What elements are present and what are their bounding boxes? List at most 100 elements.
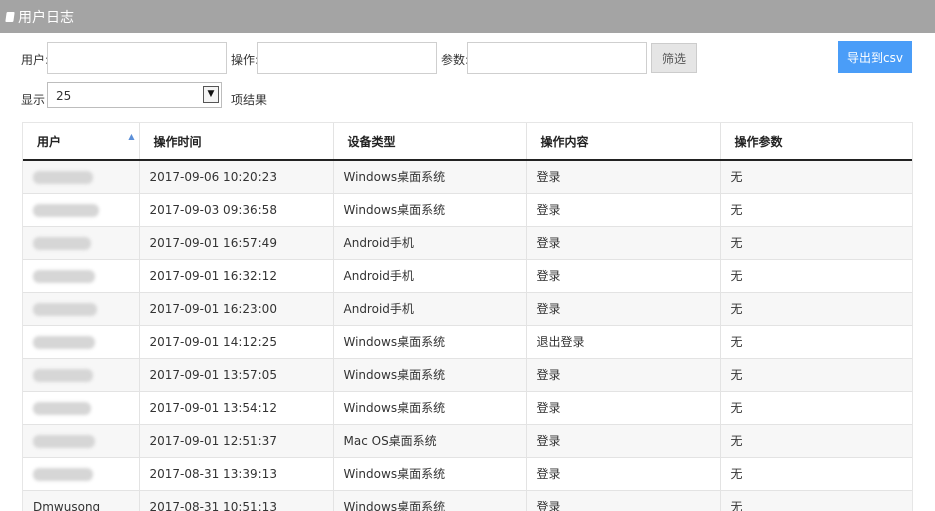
filter-row: 用户: 操作: 参数: 筛选 导出到csv (0, 41, 935, 75)
param-cell: 无 (720, 192, 912, 226)
time-cell: 2017-09-01 16:23:00 (139, 291, 334, 325)
device-cell: Windows桌面系统 (333, 324, 527, 358)
table-row[interactable]: 2017-09-03 09:36:58 Windows桌面系统 登录无 (23, 192, 912, 226)
device-cell: Windows桌面系统 (333, 489, 527, 511)
time-cell: 2017-09-01 12:51:37 (139, 423, 334, 457)
device-cell: Android手机 (333, 291, 527, 325)
column-header-action[interactable]: 操作内容 (526, 123, 721, 161)
user-cell (23, 423, 140, 457)
param-cell: 无 (720, 489, 912, 511)
column-header-user[interactable]: 用户 ▲ (23, 123, 140, 161)
redacted-user-name (33, 302, 97, 316)
user-cell (23, 456, 140, 490)
table-row[interactable]: 2017-09-01 14:12:25 Windows桌面系统 退出登录无 (23, 324, 912, 358)
page-title: 用户日志 (18, 9, 74, 26)
table-row[interactable]: 2017-09-01 16:23:00 Android手机 登录无 (23, 291, 912, 325)
time-cell: 2017-09-06 10:20:23 (139, 159, 334, 193)
param-cell: 无 (720, 291, 912, 325)
params-filter-label: 参数: (441, 53, 470, 67)
param-cell: 无 (720, 357, 912, 391)
column-header-time[interactable]: 操作时间 (139, 123, 334, 161)
page-size-value: 25 (56, 89, 72, 103)
log-table-container: 用户 ▲ 操作时间 设备类型 操作内容 操作参数 2017-09-06 10:2… (22, 122, 913, 511)
table-row[interactable]: Dmwusong 2017-08-31 10:51:13 Windows桌面系统 登录… (23, 489, 912, 511)
export-csv-button[interactable]: 导出到csv (838, 41, 912, 73)
action-cell: 登录 (526, 390, 721, 424)
device-cell: Windows桌面系统 (333, 192, 527, 226)
time-cell: 2017-09-01 16:32:12 (139, 258, 334, 292)
action-cell: 登录 (526, 192, 721, 226)
redacted-user-name (33, 401, 91, 415)
user-cell (23, 324, 140, 358)
show-label: 显示 (21, 93, 46, 107)
table-row[interactable]: 2017-09-06 10:20:23 Windows桌面系统 登录无 (23, 159, 912, 193)
param-cell: 无 (720, 456, 912, 490)
action-cell: 退出登录 (526, 324, 721, 358)
param-cell: 无 (720, 258, 912, 292)
redacted-user-name (33, 170, 93, 184)
items-label: 项结果 (231, 93, 268, 107)
table-row[interactable]: 2017-09-01 16:57:49 Android手机 登录无 (23, 225, 912, 259)
action-filter-input[interactable] (257, 42, 437, 74)
table-row[interactable]: 2017-08-31 13:39:13 Windows桌面系统 登录无 (23, 456, 912, 490)
user-cell (23, 357, 140, 391)
redacted-user-name (33, 434, 95, 448)
page-size-select[interactable]: 25 ▼ (47, 82, 222, 108)
redacted-user-name (33, 335, 95, 349)
filter-button[interactable]: 筛选 (651, 43, 697, 73)
device-cell: Android手机 (333, 225, 527, 259)
device-cell: Windows桌面系统 (333, 357, 527, 391)
chevron-down-icon: ▼ (203, 86, 219, 103)
table-row[interactable]: 2017-09-01 16:32:12 Android手机 登录无 (23, 258, 912, 292)
redacted-user-name (33, 368, 93, 382)
time-cell: 2017-09-01 14:12:25 (139, 324, 334, 358)
user-cell (23, 192, 140, 226)
user-cell (23, 258, 140, 292)
redacted-user-name (33, 467, 93, 481)
page-size-row: 显示 25 ▼ 项结果 (0, 82, 935, 110)
action-cell: 登录 (526, 159, 721, 193)
device-cell: Android手机 (333, 258, 527, 292)
action-cell: 登录 (526, 225, 721, 259)
document-icon (5, 11, 15, 22)
device-cell: Windows桌面系统 (333, 456, 527, 490)
action-cell: 登录 (526, 291, 721, 325)
redacted-user-name (33, 236, 91, 250)
user-cell (23, 225, 140, 259)
time-cell: 2017-09-01 16:57:49 (139, 225, 334, 259)
user-cell (23, 291, 140, 325)
device-cell: Windows桌面系统 (333, 390, 527, 424)
table-body: 2017-09-06 10:20:23 Windows桌面系统 登录无 2017-09… (23, 159, 912, 511)
redacted-user-name (33, 269, 95, 283)
action-cell: 登录 (526, 489, 721, 511)
user-cell (23, 159, 140, 193)
table-row[interactable]: 2017-09-01 13:57:05 Windows桌面系统 登录无 (23, 357, 912, 391)
action-filter-label: 操作: (231, 53, 260, 67)
time-cell: 2017-08-31 13:39:13 (139, 456, 334, 490)
action-cell: 登录 (526, 357, 721, 391)
title-bar: 用户日志 (0, 0, 935, 33)
user-cell (23, 390, 140, 424)
user-filter-label: 用户: (21, 53, 50, 67)
time-cell: 2017-08-31 10:51:13 (139, 489, 334, 511)
param-cell: 无 (720, 324, 912, 358)
device-cell: Mac OS桌面系统 (333, 423, 527, 457)
sort-asc-icon[interactable]: ▲ (128, 132, 134, 141)
param-cell: 无 (720, 390, 912, 424)
device-cell: Windows桌面系统 (333, 159, 527, 193)
column-header-param[interactable]: 操作参数 (720, 123, 912, 161)
params-filter-input[interactable] (467, 42, 647, 74)
time-cell: 2017-09-03 09:36:58 (139, 192, 334, 226)
table-row[interactable]: 2017-09-01 13:54:12 Windows桌面系统 登录无 (23, 390, 912, 424)
time-cell: 2017-09-01 13:54:12 (139, 390, 334, 424)
user-filter-input[interactable] (47, 42, 227, 74)
column-header-device[interactable]: 设备类型 (333, 123, 527, 161)
action-cell: 登录 (526, 423, 721, 457)
table-header-row: 用户 ▲ 操作时间 设备类型 操作内容 操作参数 (23, 123, 912, 161)
param-cell: 无 (720, 159, 912, 193)
time-cell: 2017-09-01 13:57:05 (139, 357, 334, 391)
table-row[interactable]: 2017-09-01 12:51:37 Mac OS桌面系统 登录无 (23, 423, 912, 457)
action-cell: 登录 (526, 456, 721, 490)
user-cell: Dmwusong (23, 489, 140, 511)
action-cell: 登录 (526, 258, 721, 292)
